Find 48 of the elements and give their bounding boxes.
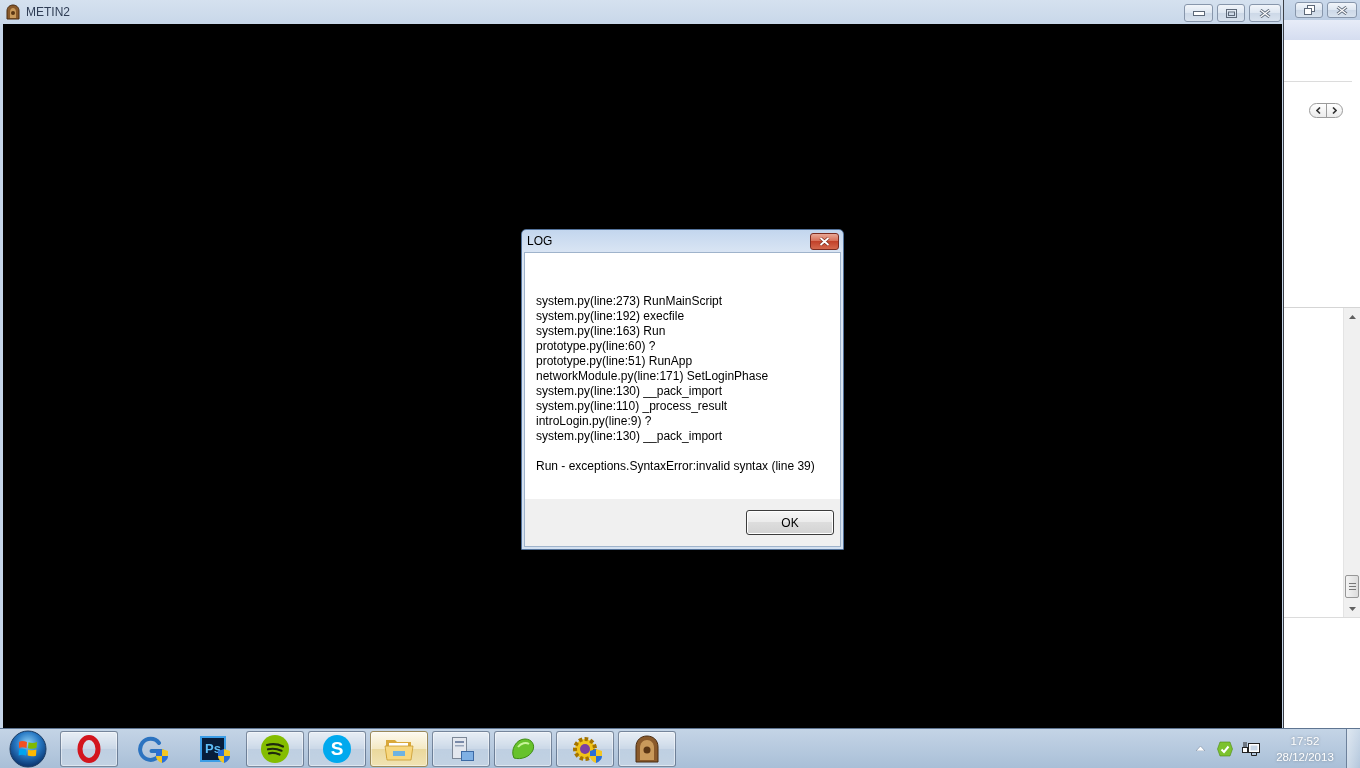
- log-line: system.py(line:130) __pack_import: [536, 384, 724, 399]
- close-button[interactable]: [810, 233, 839, 250]
- clock-time: 17:52: [1290, 733, 1320, 749]
- ring-icon: [77, 734, 101, 763]
- scrollbar[interactable]: [1343, 308, 1360, 617]
- log-line: networkModule.py(line:171) SetLoginPhase: [536, 369, 770, 384]
- dialog-title: LOG: [526, 233, 553, 250]
- grip-icon: [1348, 583, 1356, 590]
- scroll-thumb[interactable]: [1345, 575, 1359, 598]
- start-orb-icon: [9, 729, 47, 768]
- ok-button[interactable]: OK: [746, 510, 834, 535]
- taskbar-button[interactable]: [556, 730, 614, 767]
- taskbar-button[interactable]: [246, 730, 304, 767]
- check-icon[interactable]: [1217, 740, 1233, 757]
- minimize-button[interactable]: [1184, 4, 1213, 22]
- log-line: system.py(line:110) _process_result: [536, 399, 729, 414]
- triangle-up-icon: [1348, 314, 1356, 319]
- log-line: system.py(line:273) RunMainScript: [536, 294, 724, 309]
- error-message: Run - exceptions.SyntaxError:invalid syntax (line 39): [536, 459, 816, 474]
- network-icon[interactable]: [1242, 740, 1260, 757]
- emblem-icon: [634, 734, 660, 763]
- restore-icon: [1303, 5, 1315, 15]
- app-logo: S: [323, 734, 351, 763]
- chevron-right-icon: [1332, 107, 1337, 114]
- close-icon: [819, 237, 830, 246]
- log-line: prototype.py(line:51) RunApp: [536, 354, 694, 369]
- log-line: system.py(line:130) __pack_import: [536, 429, 724, 444]
- log-line: introLogin.py(line:9) ?: [536, 414, 653, 429]
- log-line: system.py(line:163) Run: [536, 324, 667, 339]
- maximize-button[interactable]: [1217, 4, 1245, 22]
- caret-up-icon: [1196, 746, 1205, 751]
- close-icon: [1259, 8, 1271, 18]
- show-desktop-button[interactable]: [1346, 729, 1360, 768]
- clock-date: 28/12/2013: [1276, 749, 1334, 765]
- shield-icon: [590, 748, 602, 763]
- taskbar-button[interactable]: [618, 730, 676, 767]
- log-line: system.py(line:192) execfile: [536, 309, 686, 324]
- window-title: METIN2: [26, 5, 71, 19]
- close-icon: [1336, 5, 1348, 15]
- restore-button[interactable]: [1295, 2, 1323, 18]
- emblem-icon: [5, 4, 21, 20]
- log-line: prototype.py(line:60) ?: [536, 339, 657, 354]
- waves-icon: [261, 734, 289, 763]
- triangle-down-icon: [1348, 606, 1356, 611]
- maximize-icon: [1225, 8, 1237, 18]
- minimize-icon: [1192, 10, 1205, 16]
- shield-icon: [156, 748, 168, 763]
- chevron-left-icon: [1315, 107, 1321, 114]
